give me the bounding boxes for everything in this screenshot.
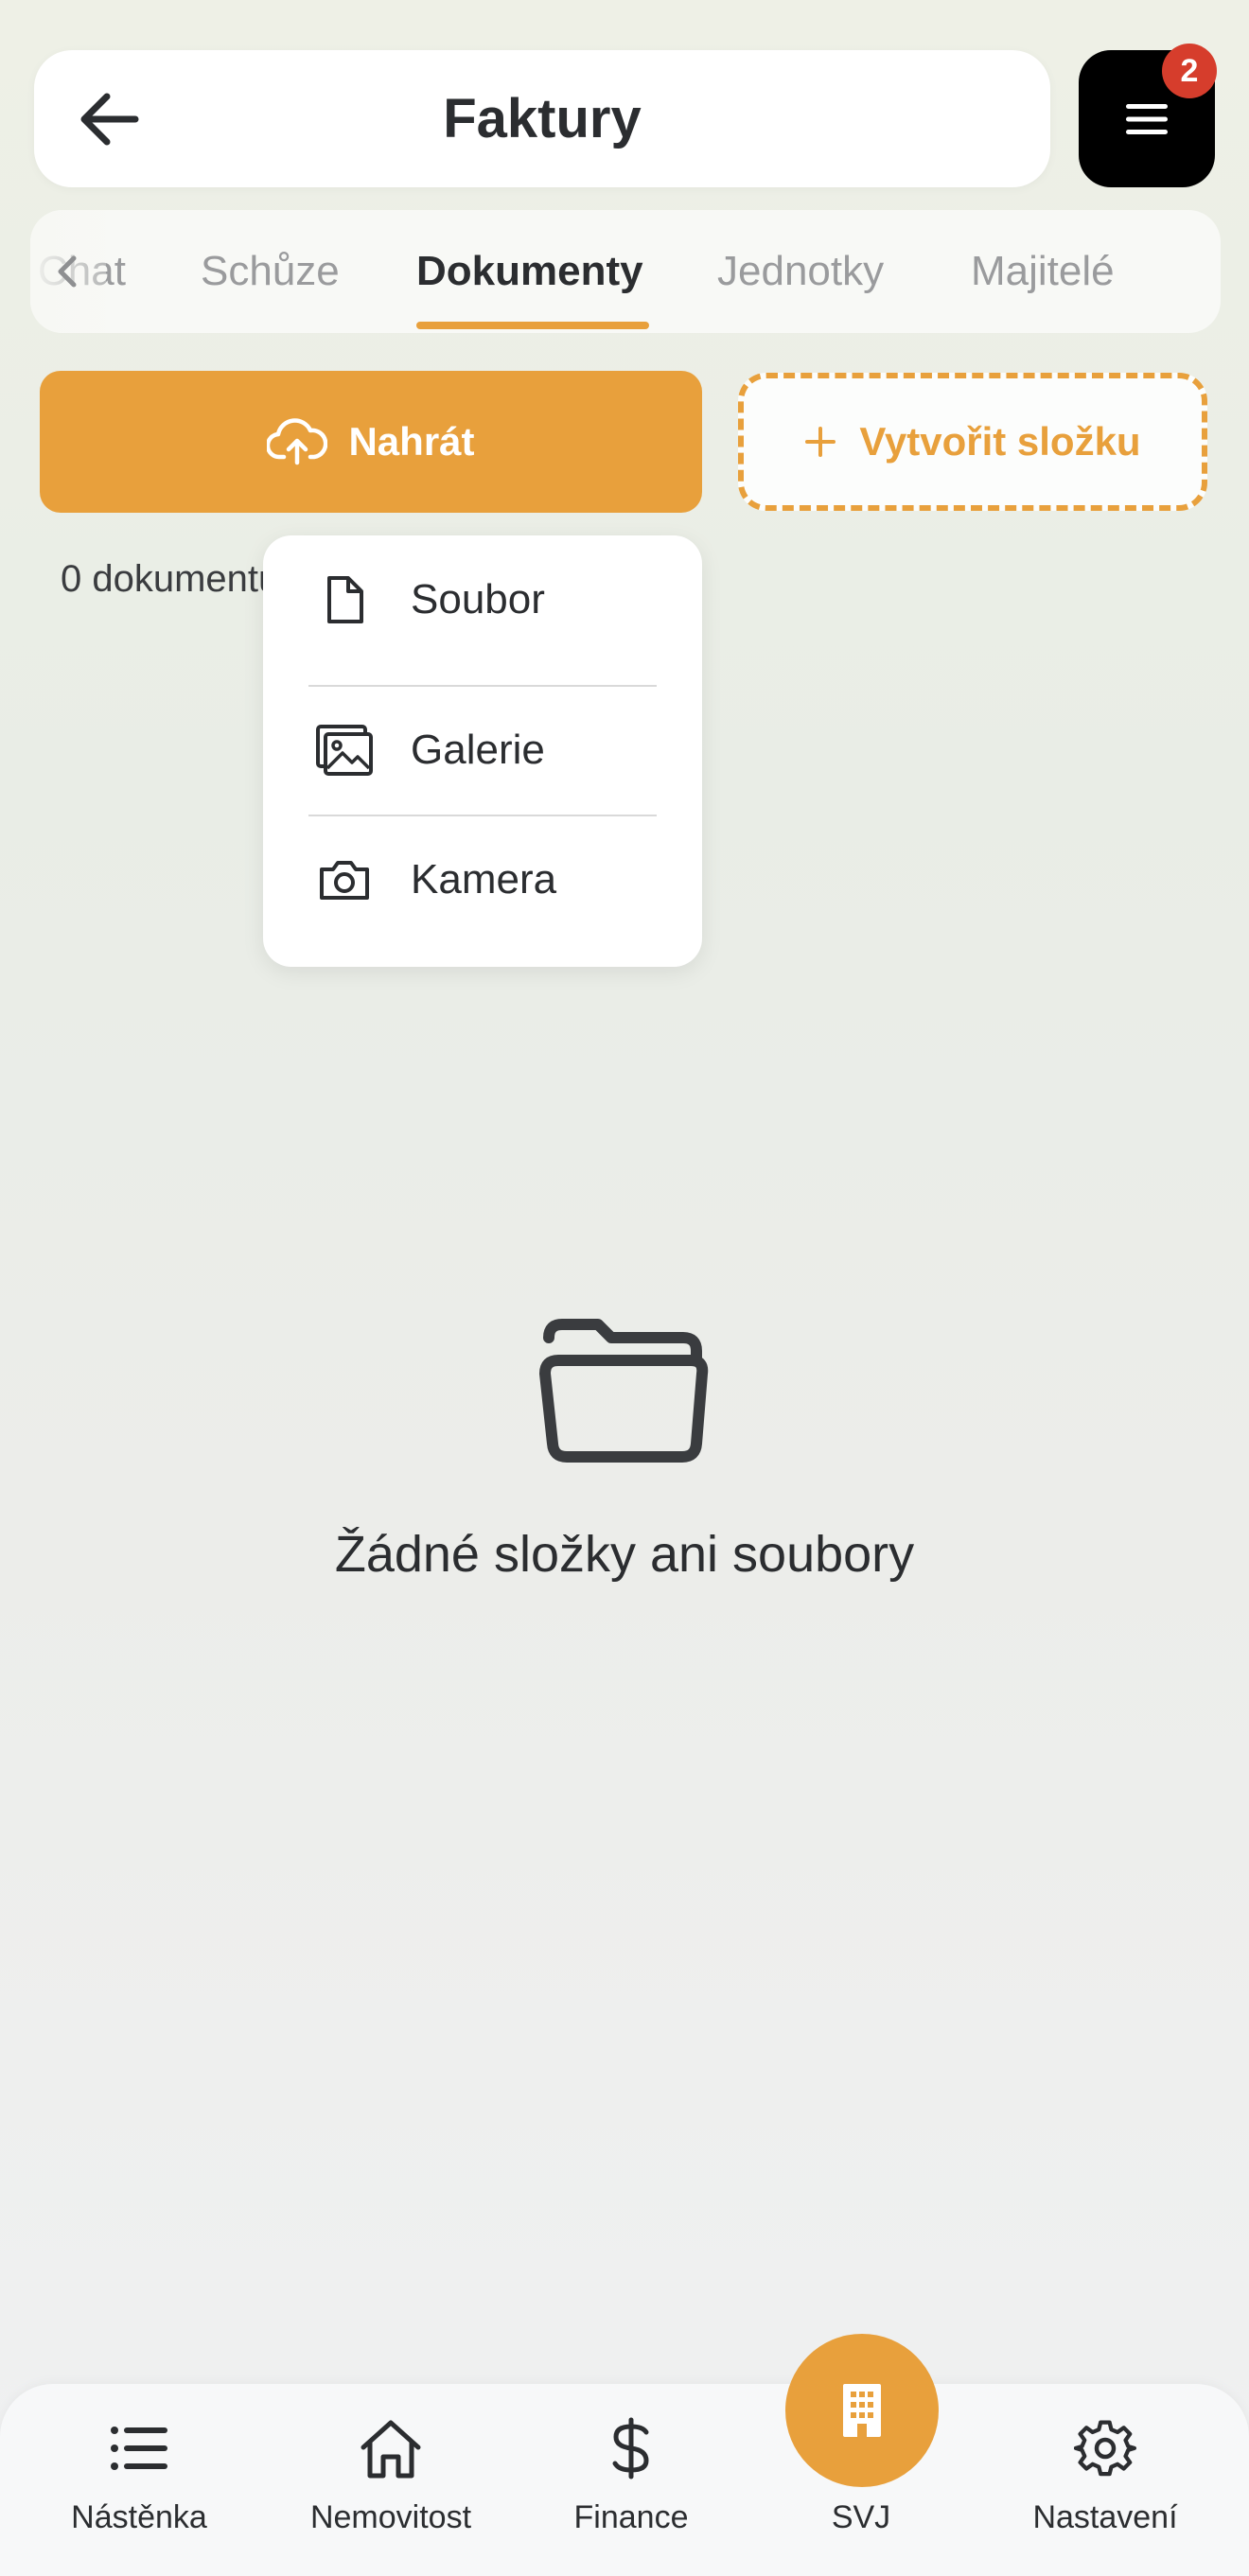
tab-label: Schůze (201, 248, 340, 294)
nav-label-svj: SVJ (831, 2499, 891, 2535)
tab-schuze[interactable]: Schůze (201, 210, 340, 333)
nav-item-finance[interactable]: Finance (527, 2412, 735, 2554)
tab-label: Dokumenty (416, 248, 643, 294)
list-icon (35, 2412, 243, 2484)
menu-item-label: Galerie (411, 727, 545, 773)
back-button[interactable] (66, 81, 151, 157)
arrow-left-icon (80, 93, 139, 146)
tabs-scroll-left-button[interactable] (47, 248, 85, 295)
document-count: 0 dokumentů (61, 558, 280, 600)
tab-label: Majitelé (971, 248, 1115, 294)
folder-open-icon (539, 1319, 709, 1463)
nav-label: Finance (573, 2499, 689, 2535)
gear-icon (1001, 2412, 1209, 2484)
menu-item-gallery[interactable]: Galerie (263, 686, 702, 815)
nav-item-nemovitost[interactable]: Nemovitost (287, 2412, 495, 2554)
create-folder-button[interactable]: Vytvořit složku (738, 373, 1207, 511)
header-bar (34, 50, 1050, 187)
cloud-upload-icon (267, 418, 328, 465)
menu-item-label: Kamera (411, 856, 557, 902)
file-icon (316, 571, 373, 628)
upload-menu: Soubor Galerie Kamera (263, 535, 702, 967)
menu-item-camera[interactable]: Kamera (263, 815, 702, 944)
nav-item-svj-button[interactable] (785, 2334, 939, 2487)
active-tab-indicator (416, 322, 649, 329)
plus-icon (805, 427, 836, 457)
tab-dokumenty[interactable]: Dokumenty (416, 210, 643, 333)
gallery-icon (316, 722, 373, 779)
empty-state-text: Žádné složky ani soubory (334, 1526, 915, 1583)
home-icon (287, 2412, 495, 2484)
nav-label: Nemovitost (309, 2499, 472, 2535)
chevron-left-icon (58, 255, 77, 288)
tab-bar: Chat Schůze Dokumenty Jednotky Majitelé (30, 210, 1221, 333)
building-icon (843, 2384, 881, 2437)
menu-item-file[interactable]: Soubor (263, 535, 702, 664)
notification-badge: 2 (1162, 44, 1217, 98)
hamburger-icon (1126, 103, 1168, 134)
dollar-icon (527, 2412, 735, 2484)
create-folder-label: Vytvořit složku (859, 419, 1141, 464)
menu-item-label: Soubor (411, 576, 545, 622)
tab-label: Jednotky (717, 248, 885, 294)
camera-icon (316, 851, 373, 908)
tab-majitele[interactable]: Majitelé (971, 210, 1115, 333)
tab-jednotky[interactable]: Jednotky (717, 210, 884, 333)
upload-button-label: Nahrát (348, 419, 475, 464)
nav-label: Nastavení (1032, 2499, 1178, 2535)
upload-button[interactable]: Nahrát (40, 371, 702, 513)
nav-item-nastenka[interactable]: Nástěnka (35, 2412, 243, 2554)
nav-item-nastaveni[interactable]: Nastavení (1001, 2412, 1209, 2554)
nav-label: Nástěnka (71, 2499, 207, 2535)
